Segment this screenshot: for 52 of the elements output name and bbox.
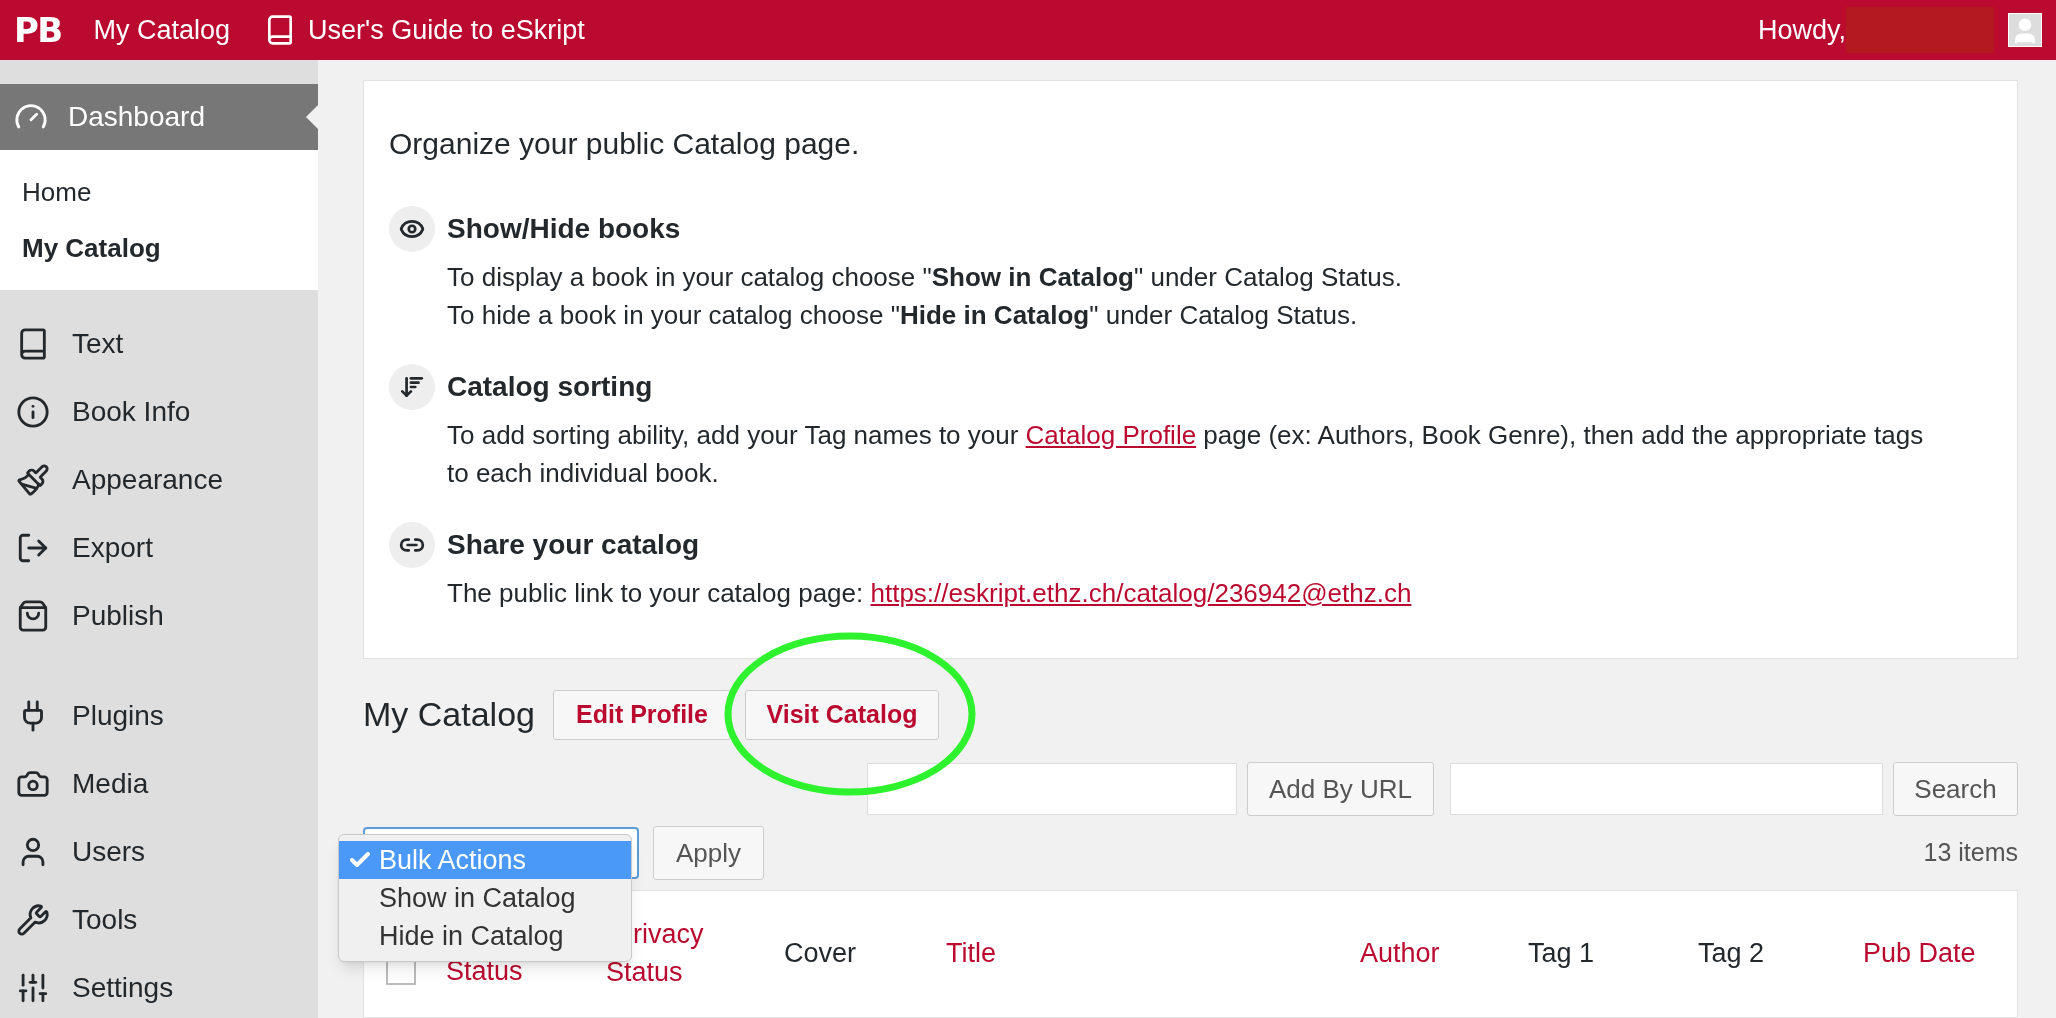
dropdown-option[interactable]: Show in Catalog xyxy=(339,879,631,917)
dropdown-option[interactable]: Hide in Catalog xyxy=(339,917,631,955)
sidebar-item[interactable]: Dashboard xyxy=(0,84,318,150)
sliders-icon xyxy=(16,971,50,1005)
greeting: Howdy, xyxy=(1757,13,1846,47)
avatar[interactable] xyxy=(2008,13,2042,47)
text-link[interactable]: https://eskript.ethz.ch/catalog/236942@ethz.ch xyxy=(870,578,1412,608)
submenu-item[interactable]: Home xyxy=(0,164,318,220)
column-header: Tag 1 xyxy=(1528,937,1596,970)
sidebar-item[interactable]: Export xyxy=(0,514,318,582)
catalog-button[interactable]: Visit Catalog xyxy=(744,689,939,740)
sidebar-item[interactable]: Plugins xyxy=(0,682,318,750)
sort-icon xyxy=(399,374,425,400)
top-bar-link[interactable]: My Catalog xyxy=(93,9,230,51)
apply-button[interactable]: Apply xyxy=(653,826,764,880)
text-link[interactable]: Catalog Profile xyxy=(1025,420,1197,450)
info-icon xyxy=(16,395,50,429)
url-input[interactable] xyxy=(867,763,1237,815)
add-by-url-button[interactable]: Add By URL xyxy=(1247,762,1434,816)
catalog-heading: My Catalog xyxy=(363,694,535,735)
catalog-button[interactable]: Edit Profile xyxy=(552,689,731,740)
column-header: Tag 2 xyxy=(1698,937,1766,970)
search-input[interactable] xyxy=(1450,763,1883,815)
section-text: To add sorting ability, add your Tag names to your Catalog Profile page (ex: Authors, Book Genre), then add the appropriate tags to each individual book. xyxy=(447,419,1925,490)
submenu-item[interactable]: My Catalog xyxy=(0,220,318,276)
sidebar-item[interactable]: Appearance xyxy=(0,446,318,514)
section-text: The public link to your catalog page: https://eskript.ethz.ch/catalog/236942@ethz.ch xyxy=(447,577,1413,610)
section-title: Show/Hide books xyxy=(447,212,681,246)
sidebar-item[interactable]: Tools xyxy=(0,886,318,954)
section-text: To hide a book in your catalog choose "Hide in Catalog" under Catalog Status. xyxy=(447,299,1359,332)
section-text: To display a book in your catalog choose "Show in Catalog" under Catalog Status. xyxy=(447,261,1403,294)
intro-text: Organize your public Catalog page. xyxy=(389,126,861,162)
column-header: Cover xyxy=(784,937,858,970)
paintbrush-icon xyxy=(16,463,50,497)
section-title: Share your catalog xyxy=(447,528,700,562)
active-notch xyxy=(306,105,318,129)
sidebar-item[interactable]: Book Info xyxy=(0,378,318,446)
column-header[interactable]: Title xyxy=(946,934,1360,972)
column-header[interactable]: Author xyxy=(1360,934,1528,972)
column-header[interactable]: Pub Date xyxy=(1863,934,2013,972)
sidebar-item[interactable]: Settings xyxy=(0,954,318,1018)
section-title: Catalog sorting xyxy=(447,370,653,404)
sidebar-item[interactable]: Publish xyxy=(0,582,318,650)
top-bar-link[interactable]: User's Guide to eSkript xyxy=(264,9,585,51)
sidebar-item[interactable]: Text xyxy=(0,310,318,378)
item-count: 13 items xyxy=(1923,837,2018,869)
logo[interactable]: PB xyxy=(14,4,62,56)
bag-icon xyxy=(16,599,50,633)
sidebar-item[interactable]: Media xyxy=(0,750,318,818)
wrench-icon xyxy=(16,903,50,937)
search-button[interactable]: Search xyxy=(1893,762,2018,816)
sidebar-item[interactable]: Users xyxy=(0,818,318,886)
